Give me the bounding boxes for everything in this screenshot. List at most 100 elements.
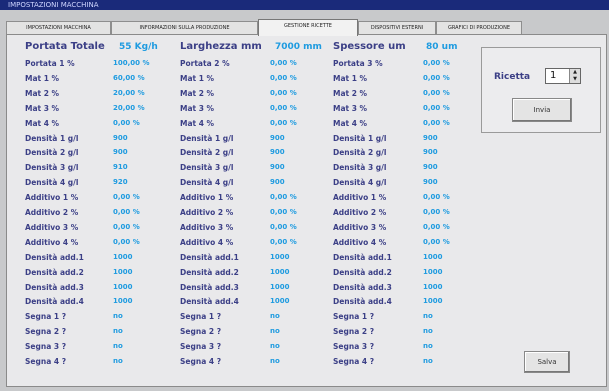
row-value[interactable]: 0,00 % bbox=[113, 208, 140, 216]
invia-button[interactable]: Invia bbox=[512, 98, 572, 122]
row-value[interactable]: no bbox=[113, 342, 123, 350]
row-value[interactable]: 920 bbox=[113, 178, 128, 186]
row-value[interactable]: 900 bbox=[423, 148, 438, 156]
row-value[interactable]: 0,00 % bbox=[270, 119, 297, 127]
row-value[interactable]: 0,00 % bbox=[270, 208, 297, 216]
row-label: Additivo 4 % bbox=[180, 237, 234, 247]
row-label: Mat 4 % bbox=[180, 118, 215, 128]
row-value[interactable]: 0,00 % bbox=[270, 74, 297, 82]
row-value[interactable]: 0,00 % bbox=[270, 223, 297, 231]
row-value[interactable]: 20,00 % bbox=[113, 104, 145, 112]
row-label: Portata 1 % bbox=[25, 59, 75, 68]
row-value[interactable]: 1000 bbox=[423, 283, 442, 291]
row-value[interactable]: no bbox=[423, 327, 433, 335]
row-value[interactable]: 1000 bbox=[113, 297, 132, 305]
row-value[interactable]: 1000 bbox=[270, 297, 289, 305]
row-value[interactable]: 0,00 % bbox=[423, 104, 450, 112]
row-value[interactable]: 900 bbox=[113, 134, 128, 142]
row-value[interactable]: 1000 bbox=[423, 268, 442, 276]
recipe-selector-group: Ricetta 1 ▲ ▼ Invia bbox=[481, 47, 601, 133]
row-value[interactable]: 900 bbox=[423, 178, 438, 186]
row-value[interactable]: 0,00 % bbox=[423, 223, 450, 231]
row-value[interactable]: 0,00 % bbox=[270, 89, 297, 97]
row-label: Additivo 2 % bbox=[25, 208, 79, 217]
row-value[interactable]: 0,00 % bbox=[423, 89, 450, 97]
row-value[interactable]: 0,00 % bbox=[113, 193, 140, 201]
row-value[interactable]: no bbox=[423, 357, 433, 365]
row-value[interactable]: 1000 bbox=[423, 297, 442, 305]
row-value[interactable]: no bbox=[423, 342, 433, 350]
row-label: Additivo 3 % bbox=[25, 222, 79, 232]
row-value[interactable]: no bbox=[270, 312, 280, 320]
row-label: Densità add.4 bbox=[25, 297, 84, 307]
row-value[interactable]: no bbox=[270, 327, 280, 335]
row-label: Mat 1 % bbox=[180, 73, 215, 83]
row-value[interactable]: 900 bbox=[423, 163, 438, 171]
row-value[interactable]: 0,00 % bbox=[270, 104, 297, 112]
recipe-label: Ricetta bbox=[494, 72, 531, 82]
row-value[interactable]: 900 bbox=[270, 148, 285, 156]
tab-strip: IMPOSTAZIONI MACCHINA INFORMAZIONI SULLA… bbox=[6, 19, 606, 36]
row-value[interactable]: 0,00 % bbox=[113, 223, 140, 231]
row-value[interactable]: 1000 bbox=[270, 253, 289, 261]
row-value[interactable]: 0,00 % bbox=[113, 119, 140, 127]
header-portata-totale: Portata Totale bbox=[25, 41, 105, 52]
header-spessore: Spessore um bbox=[333, 41, 406, 52]
row-label: Additivo 1 % bbox=[333, 193, 387, 203]
row-value[interactable]: no bbox=[113, 327, 123, 335]
row-label: Densità 1 g/l bbox=[25, 133, 79, 143]
row-label: Additivo 2 % bbox=[333, 208, 387, 217]
tab-gestione-ricette[interactable]: GESTIONE RICETTE bbox=[258, 19, 358, 36]
row-label: Densità add.2 bbox=[180, 267, 239, 277]
row-value[interactable]: 0,00 % bbox=[423, 119, 450, 127]
tab-impostazioni-macchina[interactable]: IMPOSTAZIONI MACCHINA bbox=[6, 21, 111, 35]
row-label: Densità add.4 bbox=[333, 297, 392, 307]
row-value[interactable]: no bbox=[113, 312, 123, 320]
row-value[interactable]: 910 bbox=[113, 163, 128, 171]
row-label: Mat 2 % bbox=[25, 88, 60, 98]
row-value[interactable]: 900 bbox=[113, 148, 128, 156]
row-label: Mat 3 % bbox=[180, 103, 215, 113]
tab-grafici-produzione[interactable]: GRAFICI DI PRODUZIONE bbox=[436, 21, 522, 35]
tab-dispositivi-esterni[interactable]: DISPOSITIVI ESTERNI bbox=[358, 21, 436, 35]
row-label: Portata 3 % bbox=[333, 59, 383, 68]
row-label: Densità add.1 bbox=[333, 252, 392, 262]
row-label: Mat 2 % bbox=[180, 88, 215, 98]
row-value[interactable]: 0,00 % bbox=[113, 238, 140, 246]
row-value[interactable]: 0,00 % bbox=[270, 238, 297, 246]
row-value[interactable]: 900 bbox=[423, 134, 438, 142]
row-value[interactable]: 100,00 % bbox=[113, 59, 149, 67]
row-value[interactable]: 1000 bbox=[270, 283, 289, 291]
row-value[interactable]: 0,00 % bbox=[423, 59, 450, 67]
spinner-up-icon[interactable]: ▲ bbox=[570, 69, 580, 76]
row-value[interactable]: 20,00 % bbox=[113, 89, 145, 97]
row-label: Segna 4 ? bbox=[25, 357, 67, 366]
row-value[interactable]: 1000 bbox=[113, 253, 132, 261]
row-value[interactable]: 0,00 % bbox=[423, 74, 450, 82]
row-value[interactable]: 1000 bbox=[113, 268, 132, 276]
row-value[interactable]: no bbox=[270, 357, 280, 365]
recipe-value: 1 bbox=[550, 70, 557, 81]
row-value[interactable]: 0,00 % bbox=[423, 208, 450, 216]
row-value[interactable]: 1000 bbox=[270, 268, 289, 276]
salva-button[interactable]: Salva bbox=[524, 351, 570, 373]
tab-informazioni-produzione[interactable]: INFORMAZIONI SULLA PRODUZIONE bbox=[111, 21, 258, 35]
row-value[interactable]: 1000 bbox=[423, 253, 442, 261]
row-value[interactable]: 900 bbox=[270, 163, 285, 171]
recipe-spinner[interactable]: 1 ▲ ▼ bbox=[545, 68, 581, 84]
row-value[interactable]: no bbox=[270, 342, 280, 350]
row-value[interactable]: 900 bbox=[270, 134, 285, 142]
row-value[interactable]: 1000 bbox=[113, 283, 132, 291]
row-value[interactable]: no bbox=[113, 357, 123, 365]
spinner-down-icon[interactable]: ▼ bbox=[570, 76, 580, 83]
row-label: Segna 2 ? bbox=[25, 327, 67, 337]
row-value[interactable]: 0,00 % bbox=[270, 59, 297, 67]
row-value[interactable]: 0,00 % bbox=[270, 193, 297, 201]
row-value[interactable]: 900 bbox=[270, 178, 285, 186]
window-title: IMPOSTAZIONI MACCHINA bbox=[0, 0, 609, 10]
row-value[interactable]: 0,00 % bbox=[423, 238, 450, 246]
row-value[interactable]: 0,00 % bbox=[423, 193, 450, 201]
row-label: Densità 4 g/l bbox=[180, 178, 234, 188]
row-value[interactable]: 60,00 % bbox=[113, 74, 145, 82]
row-value[interactable]: no bbox=[423, 312, 433, 320]
